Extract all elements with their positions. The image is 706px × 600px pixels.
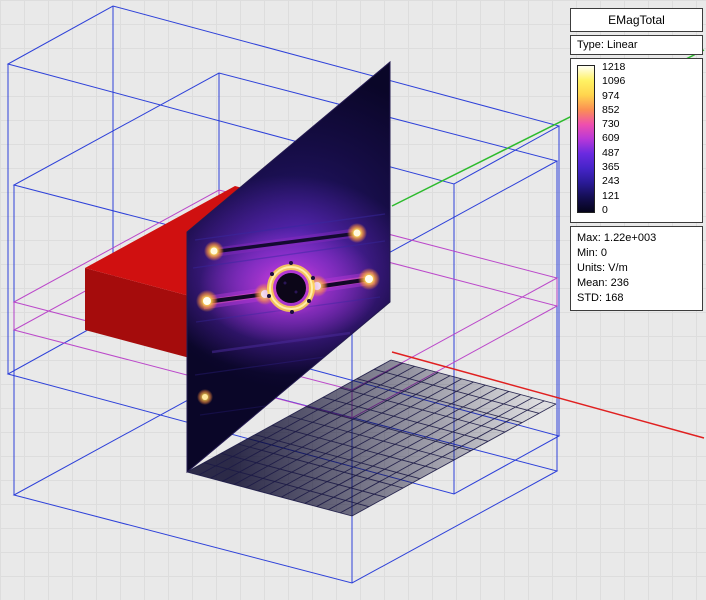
colorbar-gradient — [577, 65, 595, 213]
scale-tick-label: 1096 — [602, 76, 625, 87]
scale-tick-label: 852 — [602, 105, 625, 116]
scale-tick-label: 0 — [602, 205, 625, 216]
scale-tick-label: 609 — [602, 133, 625, 144]
scale-tick-label: 243 — [602, 176, 625, 187]
stat-line: Mean: 236 — [577, 277, 696, 290]
legend-title: EMagTotal — [570, 8, 703, 32]
scale-tick-label: 1218 — [602, 62, 625, 73]
stat-line: STD: 168 — [577, 292, 696, 305]
stat-line: Units: V/m — [577, 262, 696, 275]
stat-line: Max: 1.22e+003 — [577, 232, 696, 245]
legend-scale-type: Type: Linear — [570, 35, 703, 55]
legend-stats: Max: 1.22e+003 Min: 0 Units: V/m Mean: 236 S… — [570, 226, 703, 311]
legend-colorbar-section: 1218 1096 974 852 730 609 487 365 243 121 0 — [570, 58, 703, 223]
scale-tick-label: 730 — [602, 119, 625, 130]
viewport-3d[interactable]: EMagTotal Type: Linear 1218 1096 974 852 730… — [0, 0, 706, 600]
scale-tick-label: 365 — [602, 162, 625, 173]
colorbar-scale-labels: 1218 1096 974 852 730 609 487 365 243 121 0 — [602, 62, 625, 216]
scale-tick-label: 487 — [602, 148, 625, 159]
stat-line: Min: 0 — [577, 247, 696, 260]
scale-tick-label: 121 — [602, 191, 625, 202]
scale-tick-label: 974 — [602, 91, 625, 102]
field-legend[interactable]: EMagTotal Type: Linear 1218 1096 974 852 730… — [570, 8, 703, 311]
